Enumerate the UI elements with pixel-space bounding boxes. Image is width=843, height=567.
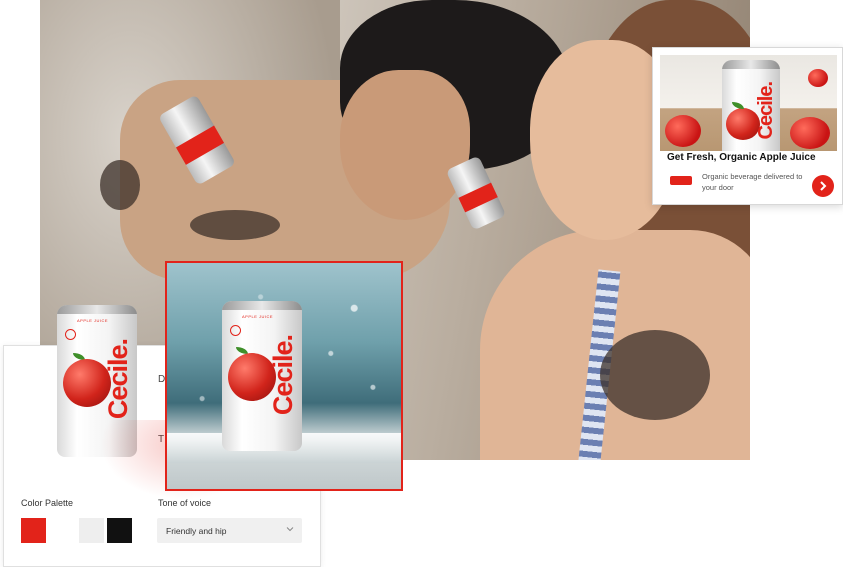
palette-swatch-light-gray[interactable] [79, 518, 104, 543]
chevron-down-icon [286, 527, 294, 532]
ad-card[interactable]: Cecile. Get Fresh, Organic Apple Juice O… [652, 47, 843, 205]
ad-product-image: Cecile. [660, 55, 837, 151]
product-can: APPLE JUICE Cecile. [222, 301, 302, 451]
ad-title: Get Fresh, Organic Apple Juice [667, 152, 816, 163]
chevron-right-icon[interactable] [812, 175, 834, 197]
brand-logo-icon [670, 176, 692, 185]
brand-wordmark: Cecile. [103, 339, 133, 420]
palette-swatch-black[interactable] [107, 518, 132, 543]
brand-wordmark: Cecile. [755, 82, 777, 140]
brand-wordmark: Cecile. [268, 335, 298, 416]
palette-swatch-white[interactable] [50, 518, 75, 543]
palette-swatch-red[interactable] [21, 518, 46, 543]
ad-description: Organic beverage delivered to your door [702, 172, 803, 192]
color-palette-label: Color Palette [21, 498, 74, 508]
product-splash-card: APPLE JUICE Cecile. [165, 261, 403, 491]
tone-of-voice-select[interactable]: Friendly and hip [157, 518, 302, 543]
tone-of-voice-value: Friendly and hip [166, 525, 227, 536]
